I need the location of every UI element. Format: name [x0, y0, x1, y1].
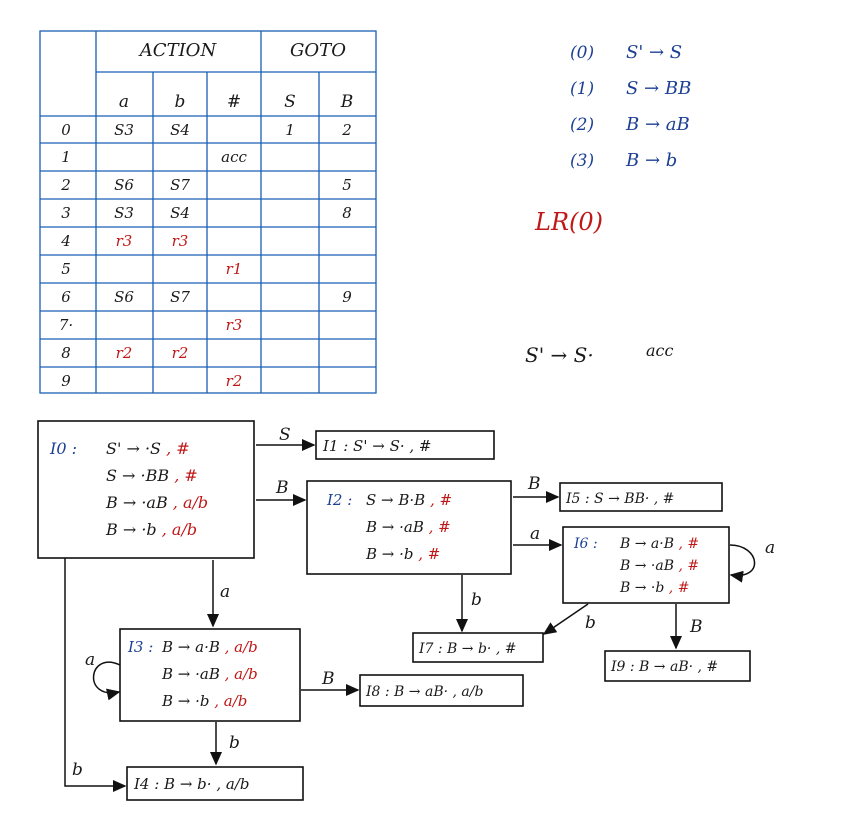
- lr-item: B → a·B , a/b: [161, 638, 258, 656]
- lr-item: B → ·aB , a/b: [161, 665, 258, 683]
- column-header: S: [284, 92, 296, 112]
- rule-text: B → b: [625, 150, 677, 171]
- lr-item: B → ·b , a/b: [105, 520, 197, 539]
- lr-item: B → ·b , #: [619, 580, 689, 596]
- arrow-i3-loop: [92, 661, 121, 701]
- state-i9-text: I9 : B → aB· , #: [610, 659, 718, 675]
- state-i6-label: I6 :: [573, 536, 598, 552]
- state-i4-text: I4 : B → b· , a/b: [133, 775, 249, 793]
- table-cell: r2: [116, 344, 133, 362]
- table-cell: r3: [226, 316, 243, 334]
- rule-text: S' → S: [626, 42, 682, 63]
- table-cell: S7: [170, 288, 190, 306]
- label-i3-loop: a: [85, 650, 95, 670]
- table-cell: r3: [116, 232, 133, 250]
- column-header: b: [175, 92, 186, 112]
- label-i3-i8: B: [321, 669, 335, 689]
- grammar-rules: (0) S' → S (1) S → BB (2) B → aB (3) B → b: [570, 42, 691, 171]
- table-cell: 9: [342, 288, 352, 306]
- label-i3-i4: b: [229, 733, 240, 753]
- rule-text: B → aB: [625, 114, 690, 135]
- label-i0-i4: b: [72, 760, 83, 780]
- table-cell: S4: [170, 204, 190, 222]
- accept-note: S' → S· acc: [525, 341, 674, 367]
- row-state: 8: [61, 344, 71, 362]
- row-state: 1: [61, 148, 71, 166]
- label-i6-i7: b: [585, 613, 596, 633]
- state-i7-text: I7 : B → b· , #: [418, 641, 516, 657]
- table-cell: S6: [114, 288, 134, 306]
- table-cell: r3: [172, 232, 189, 250]
- row-state: 2: [60, 176, 71, 194]
- table-cell: S6: [114, 176, 134, 194]
- state-items: I0 : S' → ·S , # S → ·BB , # B → ·aB , a/b B…: [49, 437, 718, 793]
- row-state: 6: [61, 288, 71, 306]
- state-i2-label: I2 :: [326, 491, 352, 509]
- goto-header: GOTO: [290, 40, 346, 61]
- table-cell: S3: [114, 204, 134, 222]
- column-header: B: [340, 92, 354, 112]
- table-cell: r1: [226, 260, 243, 278]
- row-state: 3: [61, 204, 71, 222]
- table-cell: S4: [170, 121, 190, 139]
- label-i2-i6: a: [530, 524, 540, 544]
- table-cell: S3: [114, 121, 134, 139]
- label-i6-loop: a: [765, 538, 775, 558]
- table-grid-lines: [40, 31, 376, 393]
- lr-item: S' → ·S , #: [106, 439, 190, 458]
- canvas: ACTION GOTO a b # S B0 S3 S4 1 21 acc2 S6 S7 53 S3 S4 8…: [37, 30, 775, 801]
- column-header: a: [119, 92, 129, 112]
- accept-text: acc: [646, 341, 674, 360]
- lr-item: B → a·B , #: [619, 536, 699, 552]
- lr-item: B → ·b , a/b: [161, 692, 247, 710]
- rule-text: S → BB: [626, 78, 691, 99]
- arrow-i6-i7: [542, 603, 589, 635]
- action-header: ACTION: [138, 40, 218, 61]
- table-body: a b # S B 0 S3 S4 1 2 1 acc 2 S6 S7 5 3 S3 S4 8 4 r3 r3 5 r1 6 S6 S…: [59, 92, 353, 390]
- table-cell: r2: [172, 344, 189, 362]
- label-i2-i7: b: [471, 590, 482, 610]
- column-header: #: [227, 92, 241, 112]
- lr-item: B → ·aB , #: [365, 518, 451, 536]
- rule-number: (2): [570, 115, 594, 135]
- lr-item: S → B·B , #: [366, 491, 452, 509]
- state-i8-text: I8 : B → aB· , a/b: [365, 684, 483, 700]
- table-cell: acc: [221, 148, 247, 166]
- lr-item: B → ·aB , a/b: [105, 493, 208, 512]
- lr0-label: LR(0): [534, 208, 603, 236]
- rule-number: (3): [570, 151, 594, 171]
- label-i0-i3: a: [220, 582, 230, 602]
- table-cell: r2: [226, 372, 243, 390]
- arrow-i6-loop: [729, 544, 756, 583]
- state-i1-text: I1 : S' → S· , #: [322, 437, 431, 455]
- table-cell: 1: [285, 121, 295, 139]
- accept-item: S' → S·: [525, 343, 594, 367]
- rule-number: (1): [570, 79, 594, 99]
- parse-table: ACTION GOTO a b # S B 0 S3 S4 1 2 1 acc 2 S6 S7 5 3 S3 S4 8…: [39, 30, 377, 394]
- table-cell: 5: [342, 176, 352, 194]
- row-state: 9: [61, 372, 71, 390]
- table-cell: 8: [342, 204, 352, 222]
- table-cell: 2: [341, 121, 352, 139]
- label-i6-i9: B: [689, 617, 703, 637]
- row-state: 7·: [59, 316, 73, 334]
- label-i0-i1: S: [279, 425, 291, 445]
- state-i3-label: I3 :: [127, 638, 153, 656]
- lr-item: S → ·BB , #: [106, 466, 198, 485]
- state-i5-text: I5 : S → BB· , #: [565, 491, 674, 507]
- label-i2-i5: B: [527, 474, 541, 494]
- row-state: 4: [60, 232, 71, 250]
- row-state: 5: [61, 260, 71, 278]
- rule-number: (0): [570, 43, 594, 63]
- state-i0-label: I0 :: [49, 439, 77, 458]
- lr-item: B → ·aB , #: [619, 558, 699, 574]
- label-i0-i2: B: [275, 478, 289, 498]
- row-state: 0: [61, 121, 71, 139]
- lr-item: B → ·b , #: [365, 545, 440, 563]
- table-cell: S7: [170, 176, 190, 194]
